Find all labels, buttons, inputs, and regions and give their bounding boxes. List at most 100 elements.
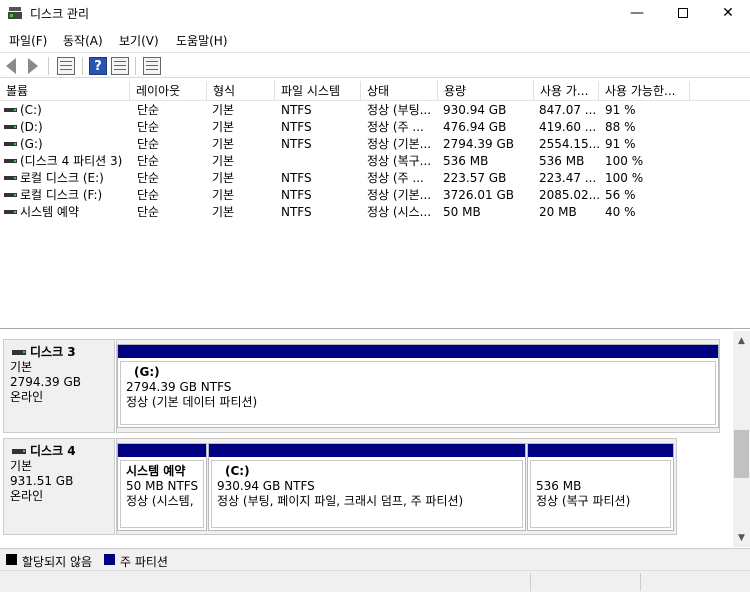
cell-status: 정상 (시스... (367, 205, 432, 219)
partition-c[interactable]: (C:) 930.94 GB NTFS 정상 (부팅, 페이지 파일, 크래시 … (208, 443, 526, 531)
cell-filesystem: NTFS (281, 103, 312, 117)
cell-layout: 단순 (137, 137, 160, 151)
cell-type: 기본 (212, 154, 235, 168)
volume-icon (4, 159, 17, 163)
cell-free-space: 2085.02... (539, 188, 599, 202)
cell-volume-name: (디스크 4 파티션 3) (20, 154, 123, 168)
close-button[interactable]: ✕ (705, 0, 750, 28)
partition-g[interactable]: (G:) 2794.39 GB NTFS 정상 (기본 데이터 파티션) (117, 344, 719, 428)
scroll-thumb[interactable] (734, 430, 749, 478)
table-row[interactable]: 로컬 디스크 (F:) 단순 기본 NTFS 정상 (기본... 3726.01 GB 20… (0, 187, 750, 204)
toolbar: ? (0, 52, 750, 78)
table-row[interactable]: 로컬 디스크 (E:) 단순 기본 NTFS 정상 (주 ... 223.57 GB 223… (0, 170, 750, 187)
cell-layout: 단순 (137, 171, 160, 185)
menu-file[interactable]: 파일(F) (9, 32, 47, 49)
toolbar-separator (135, 57, 136, 75)
cell-type: 기본 (212, 120, 235, 134)
partition-g-body: (G:) 2794.39 GB NTFS 정상 (기본 데이터 파티션) (120, 361, 716, 425)
menu-action[interactable]: 동작(A) (63, 32, 103, 49)
cell-free-space: 223.47 ... (539, 171, 597, 185)
column-percent-free[interactable]: 사용 가능한... (599, 81, 690, 101)
disk-4-info[interactable]: 디스크 4 기본 931.51 GB 온라인 (3, 438, 115, 535)
partition-system-reserved[interactable]: 시스템 예약 50 MB NTFS 정상 (시스템, (117, 443, 207, 531)
partition-status: 정상 (부팅, 페이지 파일, 크래시 덤프, 주 파티션) (217, 494, 464, 508)
cell-filesystem: NTFS (281, 205, 312, 219)
cell-capacity: 3726.01 GB (443, 188, 514, 202)
cell-free-space: 20 MB (539, 205, 577, 219)
cell-percent-free: 91 % (605, 103, 636, 117)
window-title: 디스크 관리 (30, 7, 90, 21)
partition-size: 2794.39 GB NTFS (126, 380, 232, 394)
legend-primary-partition: 주 파티션 (120, 555, 168, 569)
partition-status: 정상 (복구 파티션) (536, 494, 631, 508)
minimize-icon: — (630, 5, 644, 21)
cell-status: 정상 (부팅... (367, 103, 432, 117)
status-bar (0, 570, 750, 592)
partition-name (536, 464, 665, 479)
scroll-down-icon[interactable]: ▼ (736, 533, 747, 543)
partition-system-reserved-body: 시스템 예약 50 MB NTFS 정상 (시스템, (120, 460, 204, 528)
forward-button[interactable] (24, 57, 42, 75)
partition-status: 정상 (기본 데이터 파티션) (126, 395, 258, 409)
volume-icon (4, 193, 17, 197)
cell-volume-name: 시스템 예약 (20, 205, 80, 219)
cell-percent-free: 56 % (605, 188, 636, 202)
column-layout[interactable]: 레이아웃 (130, 81, 207, 101)
table-row[interactable]: 시스템 예약 단순 기본 NTFS 정상 (시스... 50 MB 20 MB 40 % (0, 204, 750, 221)
menu-view[interactable]: 보기(V) (119, 32, 159, 49)
cell-capacity: 536 MB (443, 154, 489, 168)
column-filesystem[interactable]: 파일 시스템 (275, 81, 361, 101)
show-console-tree-icon[interactable] (57, 57, 75, 75)
partition-status: 정상 (시스템, (126, 494, 194, 508)
table-row[interactable]: (D:) 단순 기본 NTFS 정상 (주 ... 476.94 GB 419.60 ...… (0, 119, 750, 136)
menu-help[interactable]: 도움말(H) (176, 32, 228, 49)
cell-volume-name: 로컬 디스크 (E:) (20, 171, 104, 185)
disk-3-partitions: (G:) 2794.39 GB NTFS 정상 (기본 데이터 파티션) (116, 339, 720, 433)
cell-volume-name: 로컬 디스크 (F:) (20, 188, 103, 202)
cell-capacity: 223.57 GB (443, 171, 507, 185)
list-view-icon[interactable] (143, 57, 161, 75)
column-capacity[interactable]: 용량 (438, 81, 534, 101)
cell-type: 기본 (212, 188, 235, 202)
table-row[interactable]: (G:) 단순 기본 NTFS 정상 (기본... 2794.39 GB 2554.15..… (0, 136, 750, 153)
partition-c-body: (C:) 930.94 GB NTFS 정상 (부팅, 페이지 파일, 크래시 … (211, 460, 523, 528)
disk-pane-scrollbar[interactable]: ▲ ▼ (733, 331, 750, 547)
volume-list: 볼륨 레이아웃 형식 파일 시스템 상태 용량 사용 가... 사용 가능한..… (0, 81, 750, 329)
cell-status: 정상 (주 ... (367, 171, 424, 185)
close-icon: ✕ (722, 5, 734, 21)
forward-arrow-icon (28, 58, 38, 74)
back-button[interactable] (4, 57, 22, 75)
volume-icon (4, 210, 17, 214)
cell-filesystem: NTFS (281, 137, 312, 151)
disk-3-size: 2794.39 GB (10, 375, 81, 389)
cell-status: 정상 (주 ... (367, 120, 424, 134)
cell-capacity: 50 MB (443, 205, 481, 219)
partition-recovery[interactable]: 536 MB 정상 (복구 파티션) (527, 443, 674, 531)
column-type[interactable]: 형식 (207, 81, 275, 101)
scroll-up-icon[interactable]: ▲ (736, 336, 747, 346)
disk-4-title-text: 디스크 4 (30, 444, 76, 458)
cell-filesystem: NTFS (281, 171, 312, 185)
properties-icon[interactable] (111, 57, 129, 75)
disk-4-partitions: 시스템 예약 50 MB NTFS 정상 (시스템, (C:) 930.94 G… (116, 438, 677, 535)
column-free-space[interactable]: 사용 가... (534, 81, 599, 101)
cell-free-space: 536 MB (539, 154, 585, 168)
help-icon[interactable]: ? (89, 57, 107, 75)
cell-percent-free: 100 % (605, 154, 644, 168)
column-volume[interactable]: 볼륨 (0, 81, 130, 101)
cell-capacity: 930.94 GB (443, 103, 507, 117)
maximize-button[interactable] (660, 0, 706, 28)
minimize-button[interactable]: — (614, 0, 660, 28)
table-row[interactable]: (C:) 단순 기본 NTFS 정상 (부팅... 930.94 GB 847.07 ...… (0, 102, 750, 119)
disk-icon (12, 350, 26, 355)
primary-partition-bar (118, 345, 718, 358)
column-status[interactable]: 상태 (361, 81, 438, 101)
table-row[interactable]: (디스크 4 파티션 3) 단순 기본 정상 (복구... 536 MB 536 MB 10… (0, 153, 750, 170)
cell-layout: 단순 (137, 120, 160, 134)
cell-status: 정상 (기본... (367, 188, 432, 202)
cell-free-space: 419.60 ... (539, 120, 597, 134)
disk-3-info[interactable]: 디스크 3 기본 2794.39 GB 온라인 (3, 339, 115, 433)
disk-4-state: 온라인 (10, 489, 44, 503)
cell-type: 기본 (212, 103, 235, 117)
volume-icon (4, 176, 17, 180)
